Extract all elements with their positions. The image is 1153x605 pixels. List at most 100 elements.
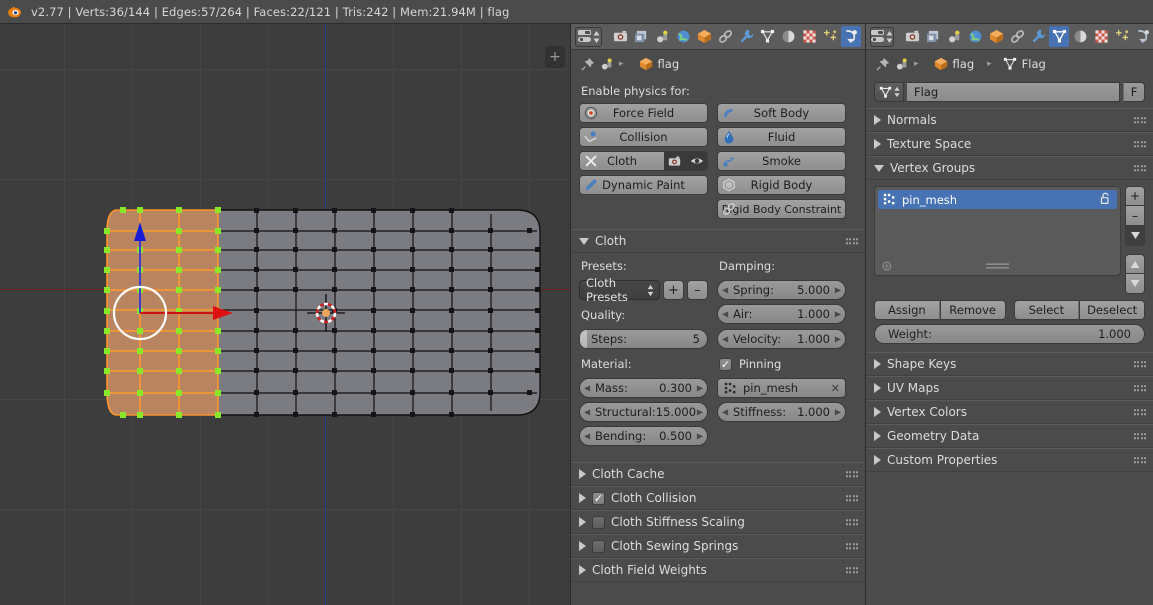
panel-grip[interactable]: [845, 471, 858, 477]
list-resize-grip[interactable]: [881, 261, 1114, 271]
fluid-button[interactable]: Fluid: [717, 127, 846, 147]
viewport-toolbar-toggle[interactable]: +: [545, 46, 565, 68]
texture-space-panel-header[interactable]: Texture Space: [866, 132, 1153, 156]
cloth-render-toggle[interactable]: [664, 151, 686, 171]
cloth-viewport-toggle[interactable]: [686, 151, 708, 171]
panel-grip[interactable]: [1133, 433, 1146, 439]
pin-icon[interactable]: [876, 57, 890, 71]
velocity-damping-field[interactable]: ◀ Velocity: 1.000 ▶: [717, 329, 846, 349]
smoke-button[interactable]: Smoke: [717, 151, 846, 171]
vertex-group-list[interactable]: pin_mesh: [874, 186, 1121, 276]
custom-properties-panel-header[interactable]: Custom Properties: [866, 448, 1153, 472]
geometry-data-panel-header[interactable]: Geometry Data: [866, 424, 1153, 448]
soft-body-button[interactable]: Soft Body: [717, 103, 846, 123]
panel-grip[interactable]: [1133, 457, 1146, 463]
clear-vertex-group-button[interactable]: ✕: [831, 382, 840, 395]
panel-grip[interactable]: [845, 567, 858, 573]
mesh-name-field[interactable]: Flag: [907, 82, 1120, 102]
remove-preset-button[interactable]: –: [687, 280, 708, 300]
tab-constraints[interactable]: [1007, 26, 1027, 47]
air-damping-field[interactable]: ◀ Air: 1.000 ▶: [717, 304, 846, 324]
cloth-stiffness-scaling-panel-header[interactable]: Cloth Stiffness Scaling: [571, 510, 865, 534]
cloth-panel-header[interactable]: Cloth: [571, 229, 865, 253]
fake-user-button[interactable]: F: [1123, 82, 1145, 102]
rigid-body-button[interactable]: Rigid Body: [717, 175, 846, 195]
cloth-presets-dropdown[interactable]: Cloth Presets: [579, 276, 660, 304]
vertex-groups-panel-header[interactable]: Vertex Groups: [866, 156, 1153, 180]
cloth-sewing-springs-checkbox[interactable]: [592, 539, 605, 553]
panel-grip[interactable]: [1133, 141, 1146, 147]
tab-modifiers[interactable]: [1028, 26, 1048, 47]
move-vertex-group-down-button[interactable]: [1125, 274, 1145, 294]
tab-object[interactable]: [694, 26, 714, 47]
tab-render[interactable]: [610, 26, 630, 47]
tab-physics[interactable]: [841, 26, 861, 47]
steps-field[interactable]: Steps: 5: [579, 329, 708, 349]
panel-grip[interactable]: [1133, 361, 1146, 367]
unlock-icon[interactable]: [1099, 192, 1112, 208]
panel-grip[interactable]: [845, 543, 858, 549]
force-field-button[interactable]: Force Field: [579, 103, 708, 123]
bending-field[interactable]: ◀ Bending: 0.500 ▶: [579, 426, 708, 446]
cloth-button[interactable]: Cloth: [579, 151, 664, 171]
tab-object[interactable]: [986, 26, 1006, 47]
panel-grip[interactable]: [845, 519, 858, 525]
pinning-checkbox[interactable]: ✓: [719, 357, 732, 371]
tab-particles[interactable]: [820, 26, 840, 47]
scene-icon[interactable]: [600, 57, 614, 71]
collision-button[interactable]: Collision: [579, 127, 708, 147]
tab-material[interactable]: [778, 26, 798, 47]
add-preset-button[interactable]: +: [663, 280, 684, 300]
rigid-body-constraint-button[interactable]: Rigid Body Constraint: [717, 199, 846, 219]
structural-field[interactable]: ◀ Structural: 15.000 ▶: [579, 402, 708, 422]
cloth-cache-panel-header[interactable]: Cloth Cache: [571, 462, 865, 486]
pin-icon[interactable]: [581, 57, 595, 71]
cloth-stiffness-scaling-checkbox[interactable]: [592, 515, 605, 529]
cloth-collision-panel-header[interactable]: ✓ Cloth Collision: [571, 486, 865, 510]
tab-data[interactable]: [1049, 26, 1069, 47]
cloth-sewing-springs-panel-header[interactable]: Cloth Sewing Springs: [571, 534, 865, 558]
panel-grip[interactable]: [1133, 165, 1146, 171]
tab-material[interactable]: [1070, 26, 1090, 47]
pinning-row[interactable]: ✓ Pinning: [719, 357, 846, 371]
datablock-type-selector[interactable]: [874, 82, 904, 102]
tab-render[interactable]: [902, 26, 922, 47]
vertex-group-specials-button[interactable]: [1125, 226, 1145, 246]
tab-render-layers[interactable]: [631, 26, 651, 47]
tab-render-layers[interactable]: [923, 26, 943, 47]
deselect-button[interactable]: Deselect: [1079, 300, 1145, 320]
assign-button[interactable]: Assign: [874, 300, 940, 320]
panel-grip[interactable]: [1133, 117, 1146, 123]
tab-data[interactable]: [757, 26, 777, 47]
tab-constraints[interactable]: [715, 26, 735, 47]
panel-grip[interactable]: [1133, 409, 1146, 415]
panel-grip[interactable]: [845, 495, 858, 501]
tab-modifiers[interactable]: [736, 26, 756, 47]
pin-vertex-group-field[interactable]: pin_mesh ✕: [717, 378, 846, 398]
scene-icon[interactable]: [895, 57, 909, 71]
3d-viewport[interactable]: +: [0, 24, 570, 605]
cloth-field-weights-panel-header[interactable]: Cloth Field Weights: [571, 558, 865, 582]
dynamic-paint-button[interactable]: Dynamic Paint: [579, 175, 708, 195]
tab-world[interactable]: [673, 26, 693, 47]
editor-type-selector[interactable]: [870, 26, 894, 47]
tab-texture[interactable]: [799, 26, 819, 47]
flag-mesh[interactable]: [104, 207, 541, 418]
tab-scene[interactable]: [652, 26, 672, 47]
remove-vertex-group-button[interactable]: –: [1125, 206, 1145, 226]
tab-world[interactable]: [965, 26, 985, 47]
weight-field[interactable]: Weight: 1.000: [874, 324, 1145, 344]
spring-damping-field[interactable]: ◀ Spring: 5.000 ▶: [717, 280, 846, 300]
list-item[interactable]: pin_mesh: [878, 190, 1117, 209]
vertex-colors-panel-header[interactable]: Vertex Colors: [866, 400, 1153, 424]
normals-panel-header[interactable]: Normals: [866, 108, 1153, 132]
mass-field[interactable]: ◀ Mass: 0.300 ▶: [579, 378, 708, 398]
cloth-collision-checkbox[interactable]: ✓: [592, 491, 605, 505]
tab-particles[interactable]: [1112, 26, 1132, 47]
move-vertex-group-up-button[interactable]: [1125, 254, 1145, 274]
panel-grip[interactable]: [1133, 385, 1146, 391]
uv-maps-panel-header[interactable]: UV Maps: [866, 376, 1153, 400]
panel-grip[interactable]: [845, 238, 858, 244]
editor-type-selector[interactable]: [575, 26, 602, 47]
tab-physics[interactable]: [1133, 26, 1153, 47]
